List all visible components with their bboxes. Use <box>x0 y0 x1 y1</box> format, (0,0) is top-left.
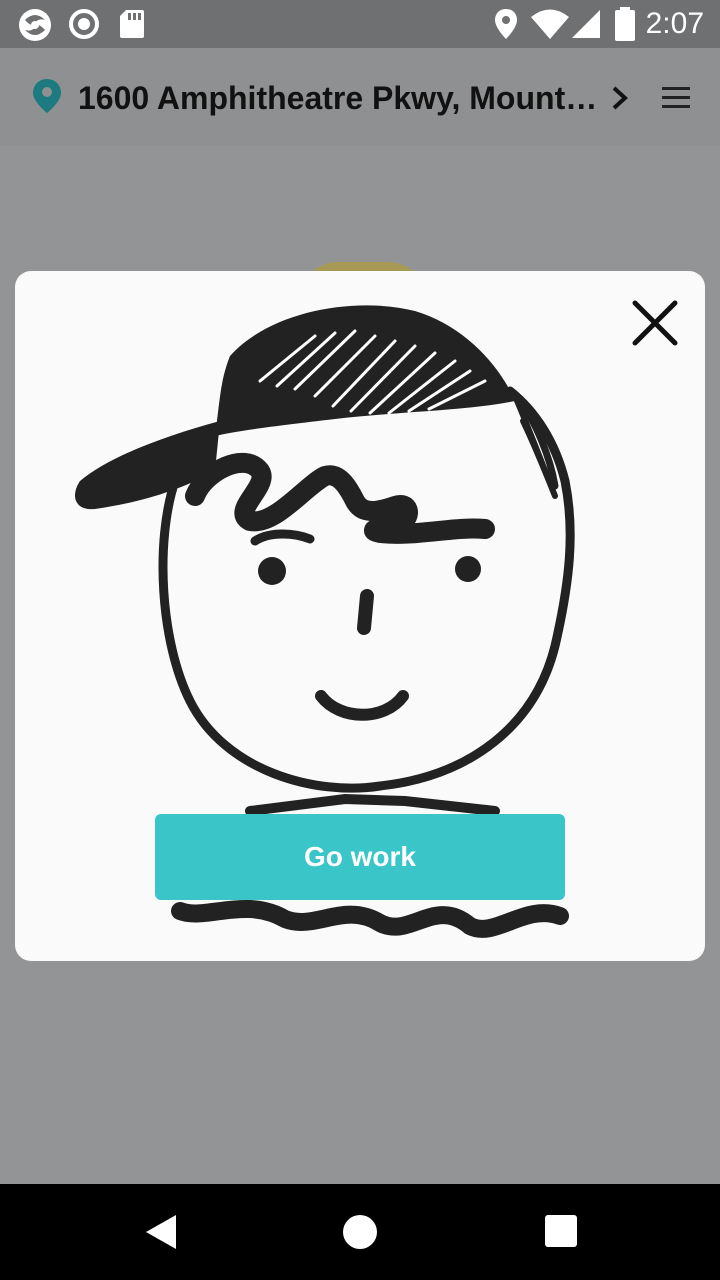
promo-dialog: Go work <box>15 271 705 961</box>
location-icon <box>495 9 517 39</box>
home-icon[interactable] <box>340 1212 380 1252</box>
current-address[interactable]: 1600 Amphitheatre Pkwy, Mountain View, C… <box>78 78 598 118</box>
battery-icon <box>615 7 635 41</box>
location-pin-icon <box>33 79 61 113</box>
record-icon <box>69 9 99 39</box>
sd-card-icon <box>120 10 144 38</box>
status-bar: 2:07 <box>0 0 720 48</box>
go-work-button[interactable]: Go work <box>155 814 565 900</box>
back-icon[interactable] <box>142 1212 182 1252</box>
app-notification-icon <box>19 9 51 41</box>
wifi-icon <box>531 9 569 39</box>
chevron-right-icon[interactable] <box>608 86 632 110</box>
recents-icon[interactable] <box>542 1212 582 1252</box>
menu-icon[interactable] <box>660 84 692 112</box>
status-time: 2:07 <box>645 7 704 40</box>
signal-icon <box>572 10 600 38</box>
navigation-bar <box>0 1184 720 1280</box>
close-icon[interactable] <box>627 295 683 351</box>
address-bar[interactable]: 1600 Amphitheatre Pkwy, Mountain View, C… <box>0 48 720 146</box>
